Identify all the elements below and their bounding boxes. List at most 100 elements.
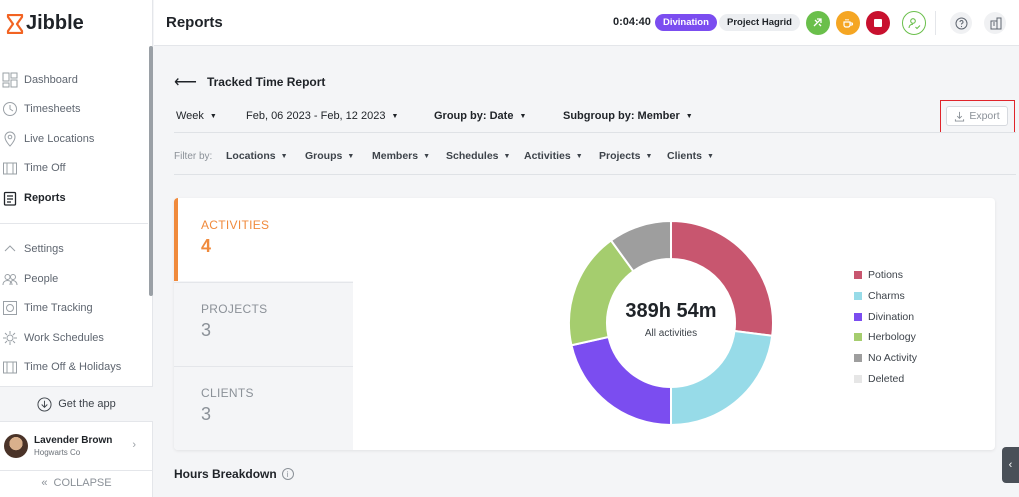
sidebar-item-people[interactable]: People <box>0 268 58 290</box>
report-title: Tracked Time Report <box>206 75 326 89</box>
sidebar-item-label: Time Off & Holidays <box>24 361 122 373</box>
donut-chart <box>568 219 774 427</box>
collapse-label: COLLAPSE <box>53 476 112 489</box>
organization-button[interactable] <box>984 12 1006 34</box>
caret-down-icon: ▼ <box>347 152 355 160</box>
clock-in-status-button[interactable] <box>902 11 926 35</box>
stop-timer-button[interactable] <box>866 11 890 35</box>
date-range-select[interactable]: Feb, 06 2023 - Feb, 12 2023 ▼ <box>246 110 398 122</box>
activities-chart: 389h 54m All activities Potions Charms Div… <box>353 198 995 450</box>
sidebar-item-label: Reports <box>24 192 66 204</box>
period-select[interactable]: Week ▼ <box>176 110 217 122</box>
chevron-left-icon: ‹ <box>1008 459 1013 471</box>
sidebar-item-time-off[interactable]: Time Off <box>0 157 66 179</box>
filter-label: Projects <box>599 150 641 162</box>
take-break-button[interactable] <box>836 11 860 35</box>
legend-swatch <box>854 374 862 383</box>
donut-total: 389h 54m <box>625 300 717 322</box>
tab-value: 4 <box>201 236 212 256</box>
caret-down-icon: ▼ <box>645 152 653 160</box>
caret-down-icon: ▼ <box>280 152 288 160</box>
location-pin-icon <box>1 130 19 148</box>
tab-label: PROJECTS <box>201 302 268 316</box>
filter-label: Locations <box>226 150 276 162</box>
caret-down-icon: ▼ <box>575 152 583 160</box>
filter-groups[interactable]: Groups ▼ <box>305 150 354 162</box>
back-arrow-icon[interactable]: ⟵ <box>174 72 197 92</box>
filter-schedules[interactable]: Schedules ▼ <box>446 150 510 162</box>
top-bar-divider <box>935 11 936 35</box>
filter-locations[interactable]: Locations ▼ <box>226 150 288 162</box>
filter-activities[interactable]: Activities ▼ <box>524 150 583 162</box>
download-circle-icon <box>37 396 52 412</box>
sidebar-item-live-locations[interactable]: Live Locations <box>0 128 94 150</box>
legend-swatch <box>854 312 862 321</box>
tab-projects[interactable]: PROJECTS 3 <box>174 282 353 365</box>
hours-breakdown-title: Hours Breakdown <box>174 467 277 481</box>
filter-members[interactable]: Members ▼ <box>372 150 430 162</box>
filters-divider <box>174 174 1016 175</box>
tab-label: CLIENTS <box>201 386 254 400</box>
legend-label: Potions <box>868 269 904 282</box>
calendar-icon <box>1 358 19 376</box>
filter-label: Clients <box>667 150 703 162</box>
caret-down-icon: ▼ <box>503 152 511 160</box>
filter-projects[interactable]: Projects ▼ <box>599 150 652 162</box>
caret-down-icon: ▼ <box>519 112 527 120</box>
collapse-sidebar-button[interactable]: « COLLAPSE <box>0 470 153 494</box>
export-button[interactable]: Export <box>946 106 1008 126</box>
legend-swatch <box>854 292 862 301</box>
chart-legend: Potions Charms Divination Herbology No Activ… <box>854 265 917 389</box>
sidebar-item-dashboard[interactable]: Dashboard <box>0 69 78 91</box>
sidebar-scrollbar[interactable] <box>149 46 153 296</box>
legend-swatch <box>854 271 862 280</box>
sidebar-item-time-tracking[interactable]: Time Tracking <box>0 297 93 319</box>
summary-card: ACTIVITIES 4 PROJECTS 3 CLIENTS 3 389h 5… <box>174 198 995 450</box>
export-label: Export <box>969 110 1000 122</box>
caret-down-icon: ▼ <box>423 152 431 160</box>
group-by-select[interactable]: Group by: Date ▼ <box>434 110 526 122</box>
hourglass-logo-icon <box>6 13 24 34</box>
legend-label: Deleted <box>868 372 905 385</box>
legend-item-no-activity: No Activity <box>854 348 917 369</box>
controls-divider <box>174 132 1016 133</box>
filter-label: Members <box>372 150 419 162</box>
donut-slice-divination[interactable] <box>570 335 672 427</box>
side-panel-handle[interactable]: ‹ <box>1002 447 1019 483</box>
filter-label: Schedules <box>446 150 499 162</box>
period-label: Week <box>176 110 204 122</box>
jibble-logo[interactable]: Jibble <box>6 12 84 35</box>
double-chevron-left-icon: « <box>41 476 48 489</box>
legend-label: Herbology <box>868 331 916 344</box>
tab-label: ACTIVITIES <box>201 218 270 232</box>
tab-activities[interactable]: ACTIVITIES 4 <box>174 198 353 281</box>
page-title: Reports <box>166 14 223 31</box>
sidebar-item-label: Time Tracking <box>24 302 93 314</box>
get-the-app-label: Get the app <box>58 398 116 410</box>
group-by-label: Group by: Date <box>434 110 514 122</box>
info-icon[interactable]: i <box>281 468 294 480</box>
sidebar-item-work-schedules[interactable]: Work Schedules <box>0 327 104 349</box>
sidebar-item-settings[interactable]: Settings <box>0 238 64 260</box>
switch-activity-button[interactable] <box>806 11 830 35</box>
clipboard-icon <box>1 189 19 207</box>
organization-icon <box>990 17 1001 29</box>
filter-clients[interactable]: Clients ▼ <box>667 150 714 162</box>
sidebar-item-label: Dashboard <box>24 74 78 86</box>
app-name: Jibble <box>26 12 84 34</box>
legend-label: No Activity <box>868 352 918 365</box>
tab-clients[interactable]: CLIENTS 3 <box>174 366 353 449</box>
get-the-app-button[interactable]: Get the app <box>0 386 153 422</box>
current-project-badge[interactable]: Project Hagrid <box>719 14 800 31</box>
sidebar: Jibble Dashboard Timesheets Live Locatio… <box>0 0 153 497</box>
current-activity-badge[interactable]: Divination <box>655 14 717 31</box>
date-range-label: Feb, 06 2023 - Feb, 12 2023 <box>246 110 386 122</box>
sidebar-item-timesheets[interactable]: Timesheets <box>0 98 80 120</box>
sidebar-item-time-off-holidays[interactable]: Time Off & Holidays <box>0 356 121 378</box>
subgroup-by-select[interactable]: Subgroup by: Member ▼ <box>563 110 693 122</box>
sidebar-item-reports[interactable]: Reports <box>0 187 66 209</box>
hours-breakdown-heading: Hours Breakdown i <box>174 467 294 481</box>
user-profile[interactable]: Lavender Brown Hogwarts Co › <box>0 426 150 466</box>
donut-slice-charms[interactable] <box>670 329 774 427</box>
help-button[interactable] <box>950 12 972 34</box>
